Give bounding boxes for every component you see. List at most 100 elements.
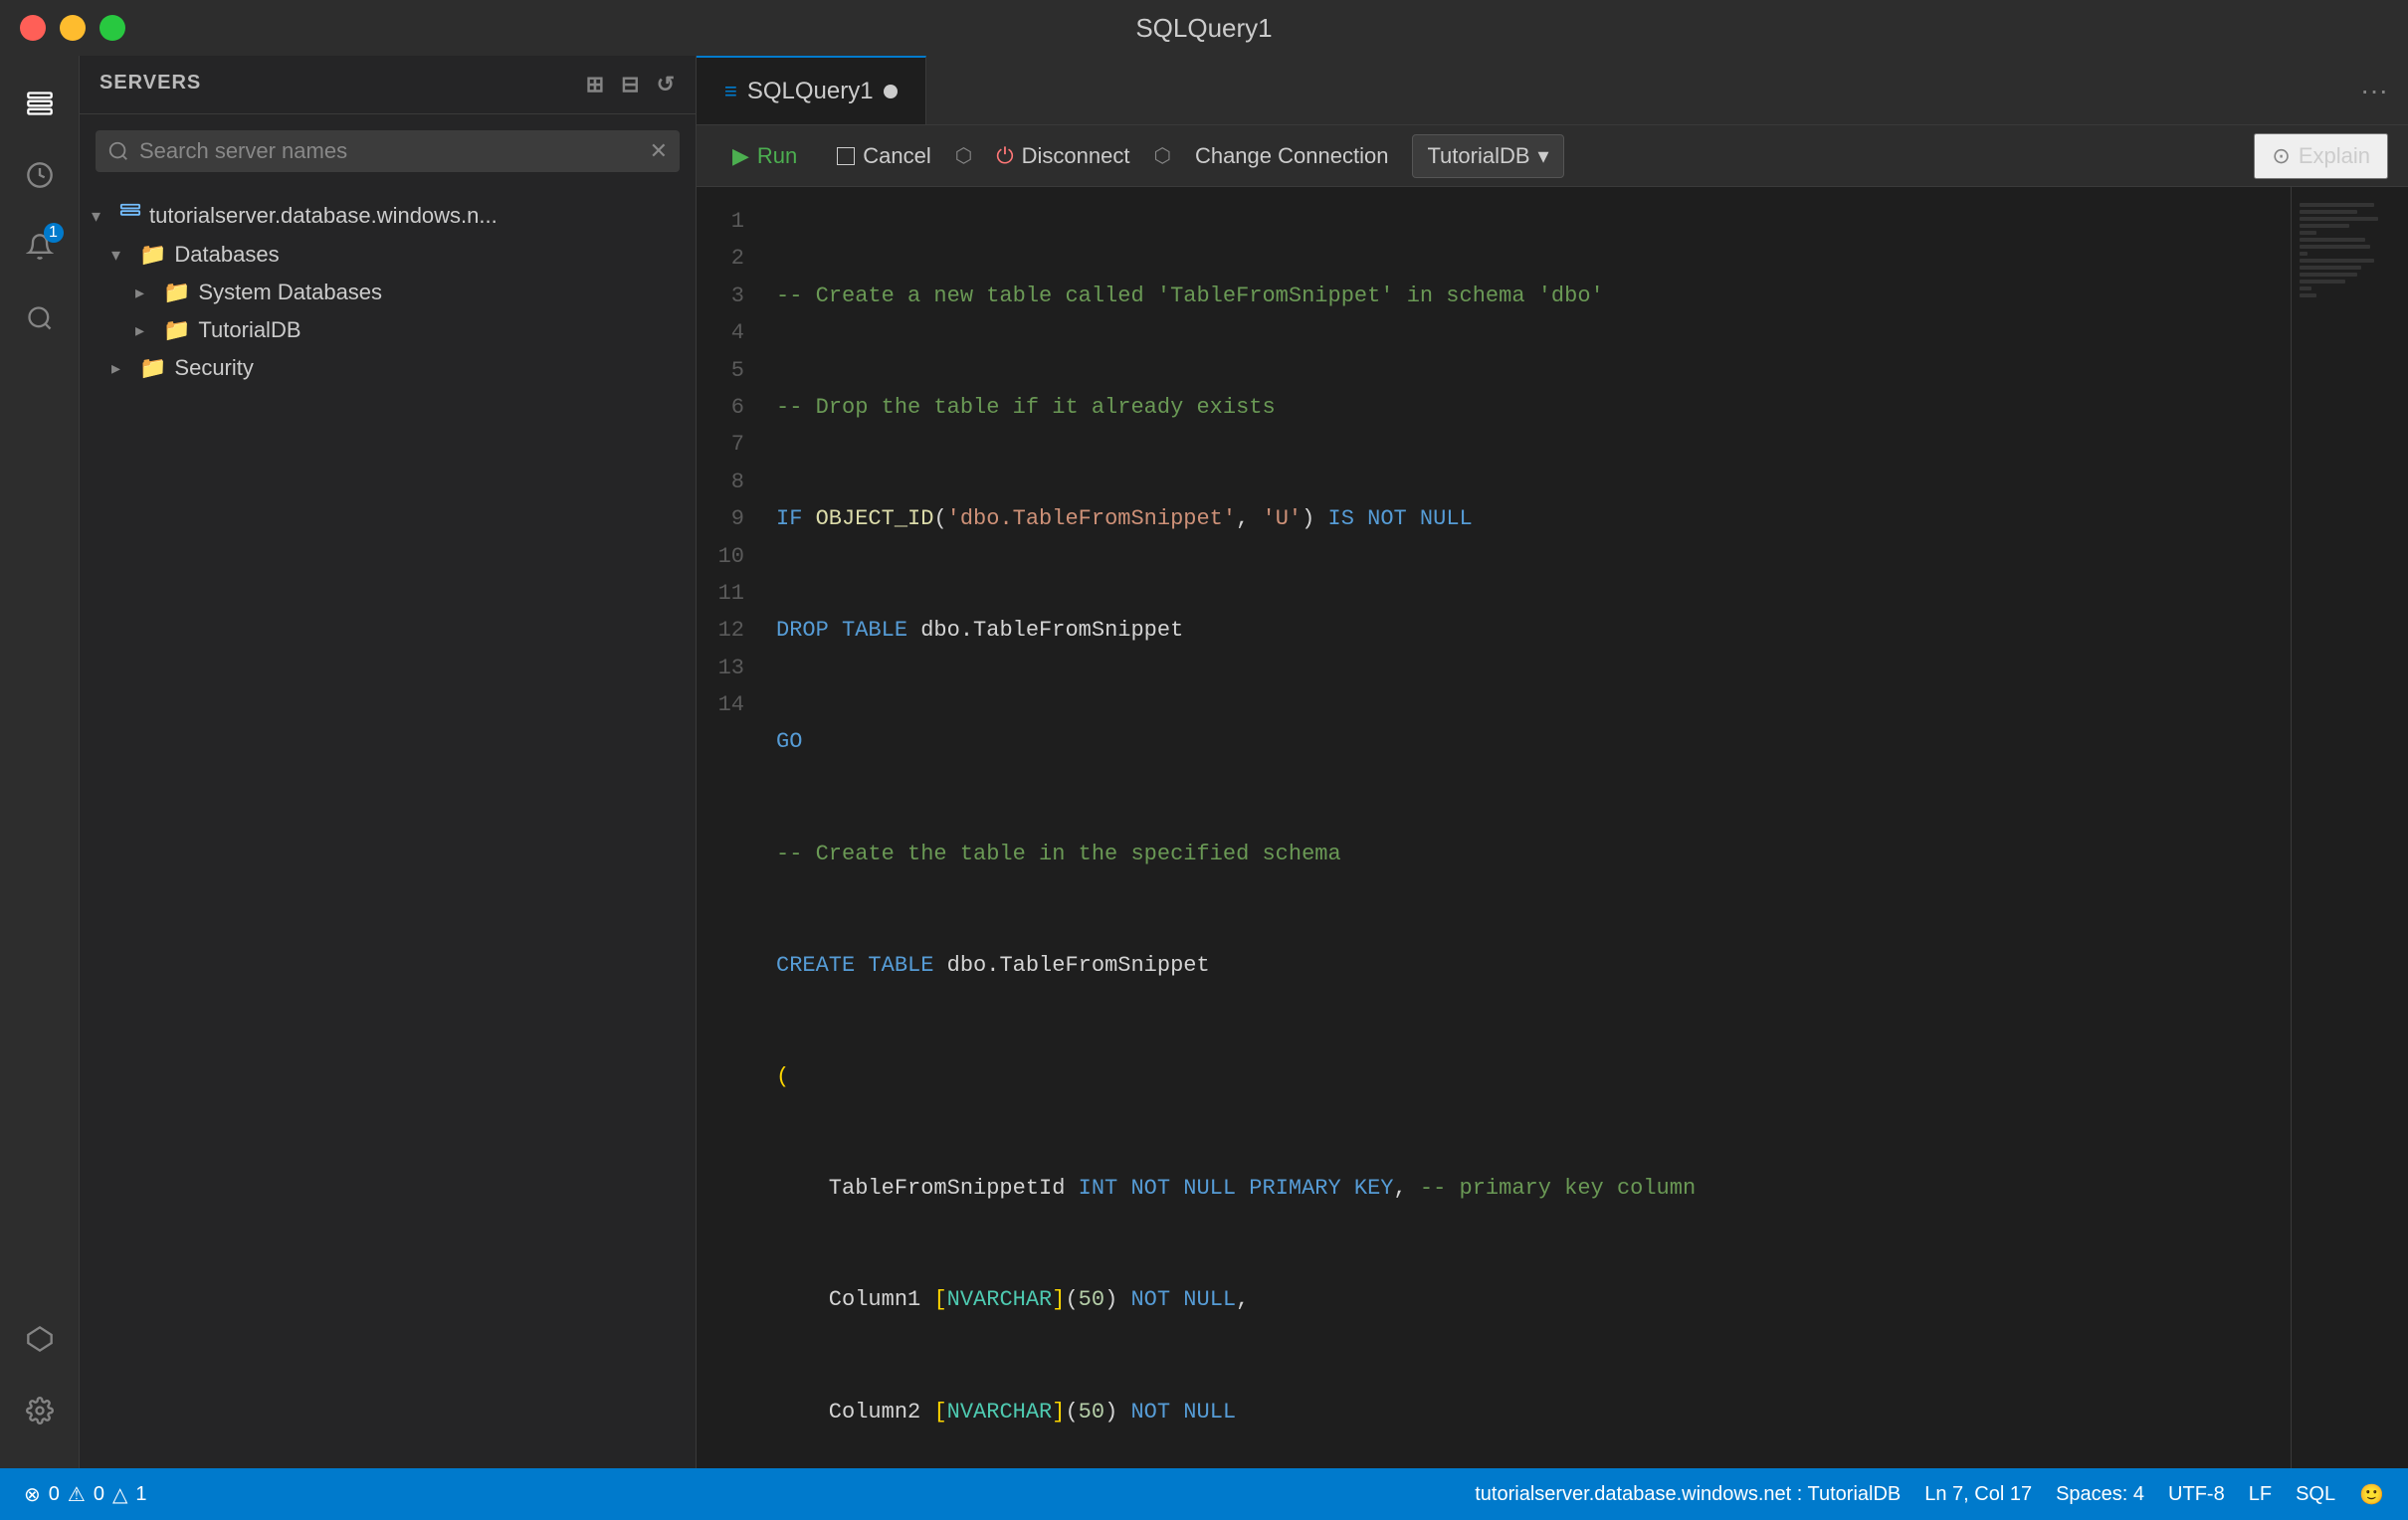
tab-more-button[interactable]: ··· bbox=[2340, 56, 2408, 124]
toolbar-separator2: ⬡ bbox=[1153, 143, 1170, 168]
code-line-1: -- Create a new table called 'TableFromS… bbox=[776, 278, 2271, 314]
run-button[interactable]: ▶ Run bbox=[716, 135, 813, 177]
warning-icon: ⚠ bbox=[68, 1482, 86, 1507]
code-content[interactable]: -- Create a new table called 'TableFromS… bbox=[756, 187, 2291, 1468]
maximize-button[interactable] bbox=[100, 15, 125, 41]
status-encoding[interactable]: UTF-8 bbox=[2168, 1483, 2225, 1506]
run-icon: ▶ bbox=[732, 143, 749, 169]
refresh-icon[interactable]: ↺ bbox=[657, 72, 676, 97]
code-line-3: IF OBJECT_ID('dbo.TableFromSnippet', 'U'… bbox=[776, 500, 2271, 537]
tree-item-system-databases[interactable]: ▸ 📁 System Databases bbox=[80, 274, 696, 311]
cancel-button[interactable]: Cancel bbox=[821, 135, 946, 177]
sidebar-title: SERVERS bbox=[100, 72, 201, 94]
disconnect-icon: ⏻ bbox=[996, 143, 1013, 169]
close-button[interactable] bbox=[20, 15, 46, 41]
status-errors[interactable]: ⊗ 0 ⚠ 0 △ 1 bbox=[24, 1482, 146, 1507]
code-line-10: Column1 [NVARCHAR](50) NOT NULL, bbox=[776, 1281, 2271, 1318]
sidebar-item-servers[interactable] bbox=[12, 76, 68, 131]
search-bar: ✕ bbox=[96, 130, 680, 172]
folder-icon: 📁 bbox=[163, 280, 190, 305]
code-line-11: Column2 [NVARCHAR](50) NOT NULL bbox=[776, 1394, 2271, 1430]
tab-bar: ≡ SQLQuery1 ··· bbox=[697, 56, 2408, 125]
line-numbers: 12345 678910 11121314 bbox=[697, 187, 756, 1468]
status-spaces[interactable]: Spaces: 4 bbox=[2056, 1483, 2144, 1506]
connection-dropdown[interactable]: TutorialDB ▾ bbox=[1412, 134, 1563, 178]
tab-modified-indicator bbox=[884, 85, 898, 98]
editor-toolbar: ▶ Run Cancel ⬡ ⏻ Disconnect ⬡ Change Con… bbox=[697, 125, 2408, 187]
code-line-5: GO bbox=[776, 723, 2271, 760]
collapse-icon[interactable]: ⊟ bbox=[621, 72, 640, 97]
search-clear-icon[interactable]: ✕ bbox=[650, 138, 668, 164]
smiley-icon: 🙂 bbox=[2359, 1482, 2384, 1507]
system-databases-label: System Databases bbox=[198, 280, 684, 305]
disconnect-button[interactable]: ⏻ Disconnect bbox=[980, 135, 1145, 177]
editor-area: ≡ SQLQuery1 ··· ▶ Run Cancel ⬡ ⏻ Disconn… bbox=[697, 56, 2408, 1468]
disconnect-label: Disconnect bbox=[1022, 143, 1130, 169]
window-title: SQLQuery1 bbox=[1135, 13, 1272, 44]
language-label: SQL bbox=[2296, 1483, 2335, 1506]
cancel-label: Cancel bbox=[863, 143, 930, 169]
title-bar: SQLQuery1 bbox=[0, 0, 2408, 56]
server-tree: ▾ tutorialserver.database.windows.n... ▾… bbox=[80, 188, 696, 1468]
change-connection-button[interactable]: Change Connection bbox=[1179, 135, 1404, 177]
status-server[interactable]: tutorialserver.database.windows.net : Tu… bbox=[1475, 1483, 1901, 1506]
folder-icon: 📁 bbox=[139, 242, 166, 268]
code-line-9: TableFromSnippetId INT NOT NULL PRIMARY … bbox=[776, 1170, 2271, 1207]
new-connection-icon[interactable]: ⊞ bbox=[586, 72, 605, 97]
code-editor[interactable]: 12345 678910 11121314 -- Create a new ta… bbox=[697, 187, 2408, 1468]
main-layout: 1 SERVERS ⊞ ⊟ ↺ bbox=[0, 56, 2408, 1468]
code-line-7: CREATE TABLE dbo.TableFromSnippet bbox=[776, 947, 2271, 984]
search-input[interactable] bbox=[139, 138, 640, 164]
status-language[interactable]: SQL bbox=[2296, 1483, 2335, 1506]
sidebar-item-notifications[interactable]: 1 bbox=[12, 219, 68, 275]
search-icon bbox=[107, 140, 129, 162]
tree-item-security[interactable]: ▸ 📁 Security bbox=[80, 349, 696, 387]
notification-badge: 1 bbox=[44, 223, 64, 243]
tree-item-tutorialdb[interactable]: ▸ 📁 TutorialDB bbox=[80, 311, 696, 349]
error-count: 0 bbox=[49, 1483, 60, 1506]
sidebar: SERVERS ⊞ ⊟ ↺ ✕ ▾ bbox=[80, 56, 697, 1468]
chevron-down-icon: ▾ bbox=[1538, 143, 1549, 169]
status-bar: ⊗ 0 ⚠ 0 △ 1 tutorialserver.database.wind… bbox=[0, 1468, 2408, 1520]
status-eol[interactable]: LF bbox=[2249, 1483, 2272, 1506]
tree-item-server[interactable]: ▾ tutorialserver.database.windows.n... bbox=[80, 196, 696, 236]
chevron-down-icon: ▾ bbox=[111, 245, 131, 266]
sidebar-item-connections[interactable] bbox=[12, 1321, 68, 1377]
minimap bbox=[2291, 187, 2390, 1468]
activity-bar: 1 bbox=[0, 56, 80, 1468]
sidebar-item-history[interactable] bbox=[12, 147, 68, 203]
security-label: Security bbox=[174, 355, 684, 381]
traffic-lights bbox=[20, 15, 125, 41]
server-icon bbox=[119, 202, 141, 230]
position-label: Ln 7, Col 17 bbox=[1924, 1483, 2032, 1506]
tree-item-databases[interactable]: ▾ 📁 Databases bbox=[80, 236, 696, 274]
explain-button[interactable]: ⊙ Explain bbox=[2254, 133, 2388, 179]
toolbar-separator: ⬡ bbox=[955, 143, 972, 168]
minimize-button[interactable] bbox=[60, 15, 86, 41]
cancel-icon bbox=[837, 147, 855, 165]
server-label: tutorialserver.database.windows.n... bbox=[149, 203, 684, 229]
change-connection-label: Change Connection bbox=[1195, 143, 1388, 169]
chevron-down-icon: ▾ bbox=[92, 206, 111, 227]
tab-label: SQLQuery1 bbox=[747, 78, 874, 105]
code-line-4: DROP TABLE dbo.TableFromSnippet bbox=[776, 612, 2271, 649]
editor-scrollbar[interactable] bbox=[2390, 187, 2408, 1468]
editor-tab-sqlquery1[interactable]: ≡ SQLQuery1 bbox=[697, 56, 926, 124]
folder-icon: 📁 bbox=[163, 317, 190, 343]
sql-file-icon: ≡ bbox=[724, 79, 737, 104]
sidebar-header: SERVERS ⊞ ⊟ ↺ bbox=[80, 56, 696, 114]
explain-icon: ⊙ bbox=[2272, 143, 2290, 169]
status-position[interactable]: Ln 7, Col 17 bbox=[1924, 1483, 2032, 1506]
sidebar-item-settings[interactable] bbox=[12, 1393, 68, 1448]
sidebar-item-search[interactable] bbox=[12, 290, 68, 346]
code-line-8: ( bbox=[776, 1058, 2271, 1095]
alert-icon: △ bbox=[112, 1482, 127, 1507]
chevron-right-icon: ▸ bbox=[111, 358, 131, 379]
code-line-2: -- Drop the table if it already exists bbox=[776, 389, 2271, 426]
server-status-label: tutorialserver.database.windows.net : Tu… bbox=[1475, 1483, 1901, 1506]
spaces-label: Spaces: 4 bbox=[2056, 1483, 2144, 1506]
code-line-6: -- Create the table in the specified sch… bbox=[776, 836, 2271, 872]
status-smiley[interactable]: 🙂 bbox=[2359, 1482, 2384, 1507]
chevron-right-icon: ▸ bbox=[135, 320, 155, 341]
databases-label: Databases bbox=[174, 242, 684, 268]
